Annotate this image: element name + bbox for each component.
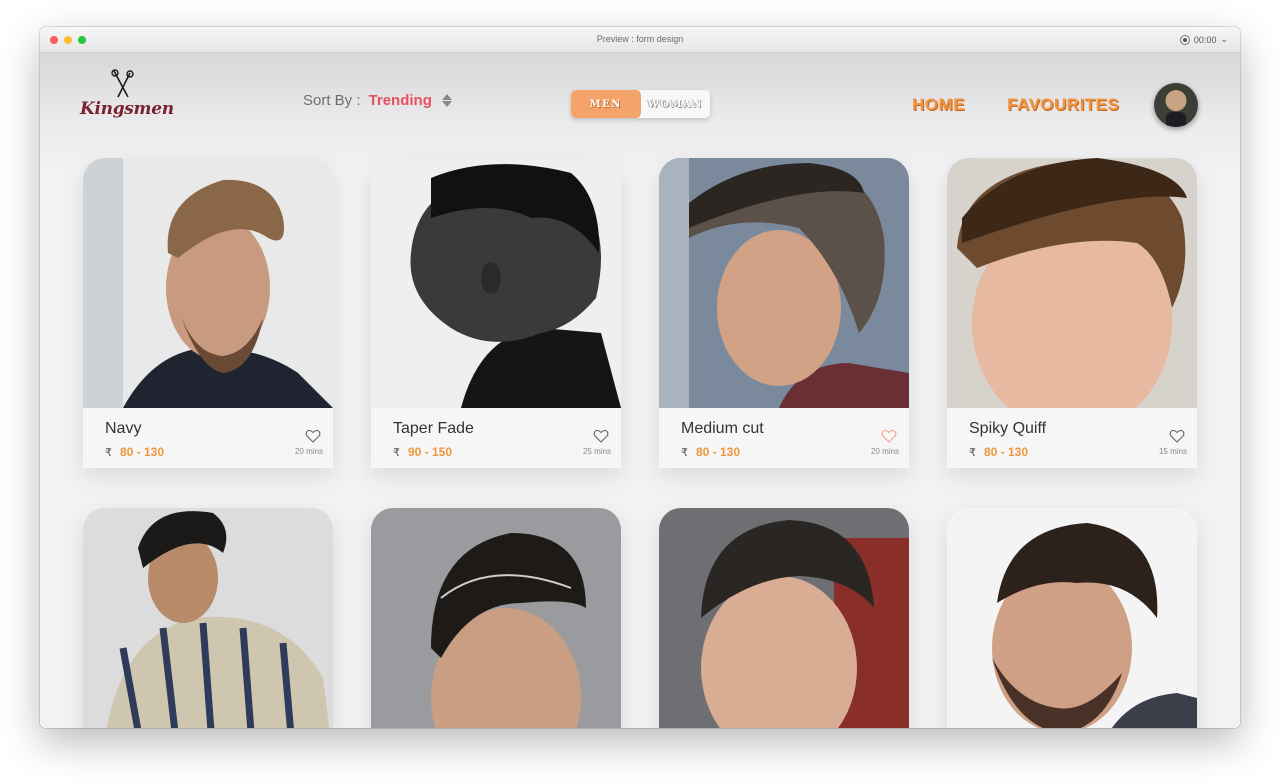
card-price: ₹ 90 - 150 xyxy=(393,445,452,459)
haircut-photo-row2-2 xyxy=(371,508,621,728)
haircut-card[interactable] xyxy=(371,508,621,728)
sort-value[interactable]: Trending xyxy=(369,92,432,109)
window-title: Preview : form design xyxy=(596,34,684,44)
rupee-icon: ₹ xyxy=(681,447,688,459)
card-info: Taper Fade ₹ 90 - 150 25 mins xyxy=(371,408,621,468)
haircut-card[interactable]: Taper Fade ₹ 90 - 150 25 mins xyxy=(371,158,621,468)
card-title: Spiky Quiff xyxy=(969,420,1047,437)
haircut-photo-row2-4 xyxy=(947,508,1197,728)
haircut-card[interactable]: Medium cut ₹ 80 - 130 20 mins xyxy=(659,158,909,468)
card-info: Medium cut ₹ 80 - 130 20 mins xyxy=(659,408,909,468)
price-range: 90 - 150 xyxy=(408,445,453,459)
price-range: 80 - 130 xyxy=(984,445,1029,459)
card-info: Spiky Quiff ₹ 80 - 130 15 mins xyxy=(947,408,1197,468)
heart-icon[interactable] xyxy=(1169,428,1185,444)
heart-icon[interactable] xyxy=(305,428,321,444)
price-range: 80 - 130 xyxy=(696,445,741,459)
kingsmen-logo[interactable]: Kingsmen xyxy=(80,69,174,129)
duration: 20 mins xyxy=(294,447,323,456)
haircut-photo-row2-1 xyxy=(83,508,333,728)
rupee-icon: ₹ xyxy=(969,447,976,459)
duration: 15 mins xyxy=(1158,447,1187,456)
record-timer[interactable]: 00:00 ⌄ xyxy=(1179,34,1228,45)
rupee-icon: ₹ xyxy=(393,447,400,459)
nav-favourites[interactable]: FAVOURITES xyxy=(1007,95,1119,115)
toggle-men[interactable]: MEN xyxy=(571,90,641,118)
haircut-photo-taper-fade xyxy=(371,158,621,408)
haircut-card[interactable]: Navy ₹ 80 - 130 20 mins xyxy=(83,158,333,468)
card-price: ₹ 80 - 130 xyxy=(969,445,1028,459)
price-range: 80 - 130 xyxy=(120,445,165,459)
card-title: Medium cut xyxy=(681,420,764,437)
nav-home[interactable]: HOME xyxy=(912,95,965,115)
haircut-photo-row2-3 xyxy=(659,508,909,728)
card-price: ₹ 80 - 130 xyxy=(105,445,164,459)
haircut-card[interactable] xyxy=(83,508,333,728)
record-time: 00:00 xyxy=(1193,34,1217,45)
rupee-icon: ₹ xyxy=(105,447,112,459)
heart-icon[interactable] xyxy=(881,428,897,444)
gender-toggle[interactable]: MEN WOMAN xyxy=(571,90,710,118)
chevron-down-icon: ⌄ xyxy=(1220,34,1228,44)
logo-text: Kingsmen xyxy=(80,99,174,119)
record-icon xyxy=(1179,34,1190,45)
haircut-photo-medium-cut xyxy=(659,158,909,408)
duration: 20 mins xyxy=(870,447,899,456)
haircut-photo-navy xyxy=(83,158,333,408)
card-info: Navy ₹ 80 - 130 20 mins xyxy=(83,408,333,468)
haircut-card[interactable] xyxy=(659,508,909,728)
app-window: Preview : form design 00:00 ⌄ Kingsmen S… xyxy=(40,27,1240,728)
title-bar: Preview : form design 00:00 ⌄ xyxy=(40,27,1240,53)
sort-label: Sort By : xyxy=(303,92,361,109)
card-title: Navy xyxy=(105,420,142,437)
app-content: Kingsmen Sort By : Trending MEN WOMAN HO… xyxy=(40,53,1240,728)
haircut-card[interactable] xyxy=(947,508,1197,728)
scissors-icon xyxy=(111,69,134,98)
haircut-card[interactable]: Spiky Quiff ₹ 80 - 130 15 mins xyxy=(947,158,1197,468)
avatar[interactable] xyxy=(1154,83,1198,127)
card-title: Taper Fade xyxy=(393,420,474,437)
haircut-photo-spiky-quiff xyxy=(947,158,1197,408)
sort-arrows-icon[interactable] xyxy=(441,94,452,107)
toggle-woman[interactable]: WOMAN xyxy=(641,90,711,118)
duration: 25 mins xyxy=(582,447,611,456)
sort-control[interactable]: Sort By : Trending xyxy=(303,92,452,109)
card-price: ₹ 80 - 130 xyxy=(681,445,740,459)
heart-icon[interactable] xyxy=(593,428,609,444)
